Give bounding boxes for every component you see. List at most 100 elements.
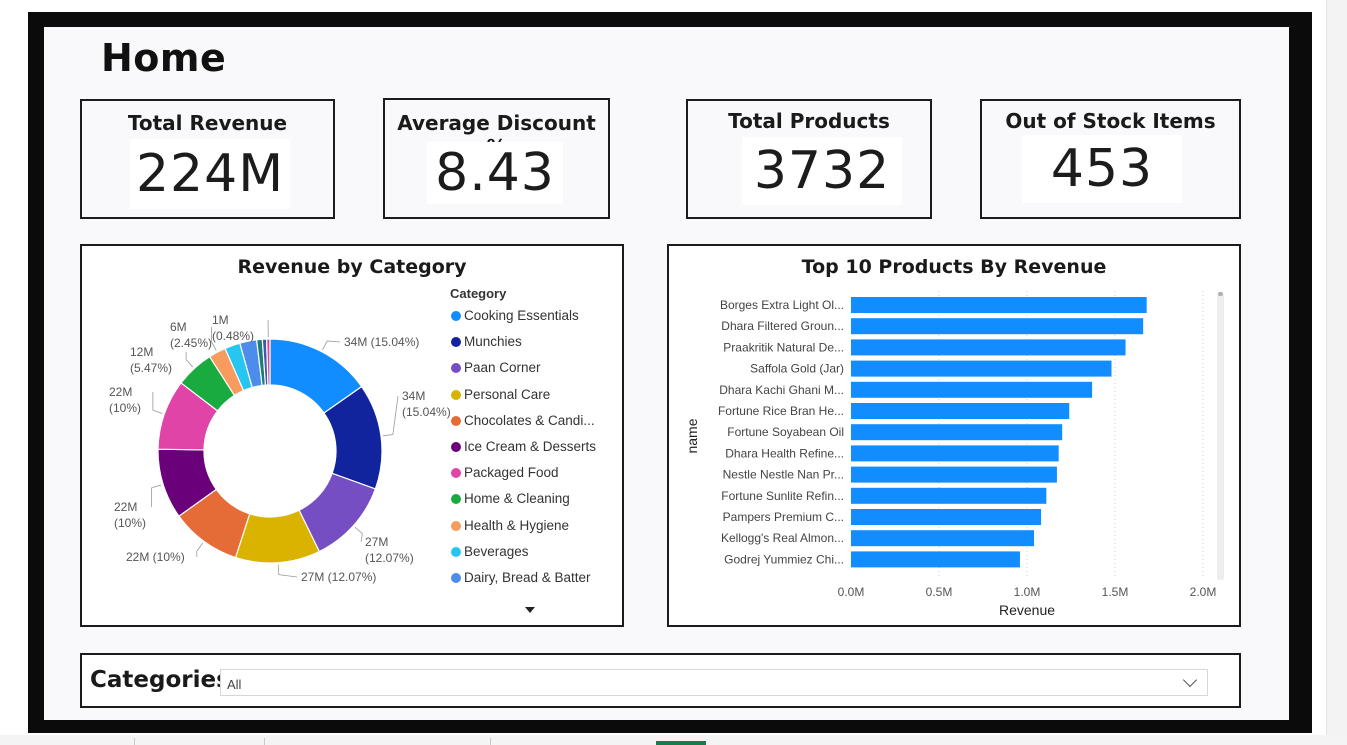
category-dropdown[interactable]: All [220,669,1208,696]
y-category-label: Saffola Gold (Jar) [750,362,844,376]
bar[interactable] [851,466,1057,483]
legend-item[interactable]: Cooking Essentials [451,308,579,323]
categories-slicer: Categories All [80,653,1241,708]
bar[interactable] [851,381,1093,398]
legend-color-dot [451,415,461,426]
chevron-down-icon[interactable] [1182,672,1198,688]
leader-line [151,484,162,507]
legend-label: Packaged Food [464,465,559,481]
y-category-label: Dhara Filtered Groun... [721,319,844,333]
tab-divider [264,738,265,745]
kpi-card-out-of-stock[interactable]: Out of Stock Items 453 [980,99,1241,219]
legend-label: Personal Care [464,386,551,402]
bar[interactable] [851,487,1047,504]
y-category-label: Pampers Premium C... [723,510,844,524]
active-page-tab[interactable] [656,741,706,745]
y-axis-title: name [684,418,700,453]
legend-item[interactable]: Chocolates & Candi... [451,413,595,428]
legend-item[interactable]: Ice Cream & Desserts [451,439,596,454]
kpi-value-box: 3732 [742,137,902,205]
legend-item[interactable]: Health & Hygiene [451,518,569,533]
y-category-label: Nestle Nestle Nan Pr... [723,468,844,482]
bar[interactable] [851,509,1042,525]
bar-chart[interactable]: 0.0M 0.5M 1.0M 1.5M 2.0M Borges Extra Light O… [669,276,1239,626]
bar[interactable] [851,360,1112,377]
donut-data-label: (0.48%) [212,329,254,343]
legend-scroll-down-icon[interactable] [525,607,535,613]
leader-line [382,395,399,437]
bar[interactable] [851,297,1147,313]
kpi-value: 3732 [753,141,891,201]
bar[interactable] [851,403,1070,419]
tab-divider [134,738,135,745]
legend-color-dot [451,546,461,557]
top-products-panel[interactable]: Top 10 Products By Revenue 0.0M 0.5M 1.0M 1… [667,244,1241,627]
donut-data-label: (10%) [109,401,141,415]
donut-data-label: 27M [365,535,388,549]
donut-data-label: 22M [114,500,137,514]
tab-divider [490,738,491,745]
bar[interactable] [851,318,1144,335]
bar[interactable] [851,339,1126,356]
legend-item[interactable]: Home & Cleaning [451,491,570,506]
legend-label: Ice Cream & Desserts [464,439,597,454]
scroll-strip[interactable] [1326,0,1347,745]
y-category-label: Borges Extra Light Ol... [720,298,844,312]
kpi-card-average-discount[interactable]: Average Discount % 8.43 [383,98,610,219]
donut-data-label: 22M (10%) [126,550,185,564]
x-tick-label: 0.0M [838,585,865,599]
legend-color-dot [451,494,461,505]
legend-color-dot [451,363,461,374]
donut-data-label: 27M (12.07%) [301,570,376,584]
legend-item[interactable]: Munchies [451,334,522,349]
scrollbar-handle[interactable] [1218,292,1223,296]
donut-data-label: (12.07%) [365,551,414,565]
leader-line [152,392,163,414]
legend-label: Beverages [464,543,529,559]
bar[interactable] [851,551,1020,568]
legend-color-dot [451,337,461,348]
legend-color-dot [451,520,461,531]
donut-data-label: (2.45%) [170,336,212,350]
kpi-value-box: 8.43 [427,142,563,204]
x-tick-label: 2.0M [1190,585,1217,599]
revenue-by-category-panel[interactable]: Revenue by Category 34M (15.04%) 34M (15.0… [80,244,624,627]
x-tick-label: 0.5M [926,585,953,599]
donut-data-label: 22M [109,385,132,399]
y-category-label: Praakritik Natural De... [723,340,844,354]
kpi-value-box: 224M [130,139,290,209]
donut-data-label: (15.04%) [402,405,451,419]
bar[interactable] [851,424,1063,441]
bar[interactable] [851,445,1059,462]
legend-label: Paan Corner [464,360,541,376]
donut-data-label: 6M [170,320,187,334]
legend-color-dot [451,311,461,321]
leader-line [277,564,298,578]
kpi-label: Total Revenue [127,111,288,135]
legend-item[interactable]: Packaged Food [451,465,559,480]
y-category-label: Kellogg's Real Almon... [721,531,844,545]
legend-color-dot [451,389,461,400]
donut-data-label: 12M [130,345,153,359]
chart-scrollbar[interactable] [1217,294,1224,580]
legend-item[interactable]: Personal Care [451,387,550,402]
donut-data-label: (10%) [114,516,146,530]
page-title: Home [101,36,227,80]
y-category-label: Fortune Soyabean Oil [727,425,844,439]
donut-data-label: 1M [212,313,229,327]
legend-item[interactable]: Beverages [451,544,529,559]
bar[interactable] [851,530,1035,547]
leader-line [196,542,204,557]
kpi-value: 453 [1050,139,1154,199]
legend-label: Chocolates & Candi... [464,412,595,428]
kpi-card-total-revenue[interactable]: Total Revenue 224M [80,99,335,219]
kpi-card-total-products[interactable]: Total Products 3732 [686,99,932,219]
leader-line [322,340,341,351]
kpi-label: Total Products [728,109,890,133]
kpi-value: 8.43 [435,143,555,203]
donut-data-label: (5.47%) [130,361,172,375]
kpi-value-box: 453 [1022,135,1182,203]
legend-title: Category [450,286,507,301]
legend-item[interactable]: Dairy, Bread & Batter [451,570,591,585]
legend-item[interactable]: Paan Corner [451,360,541,375]
